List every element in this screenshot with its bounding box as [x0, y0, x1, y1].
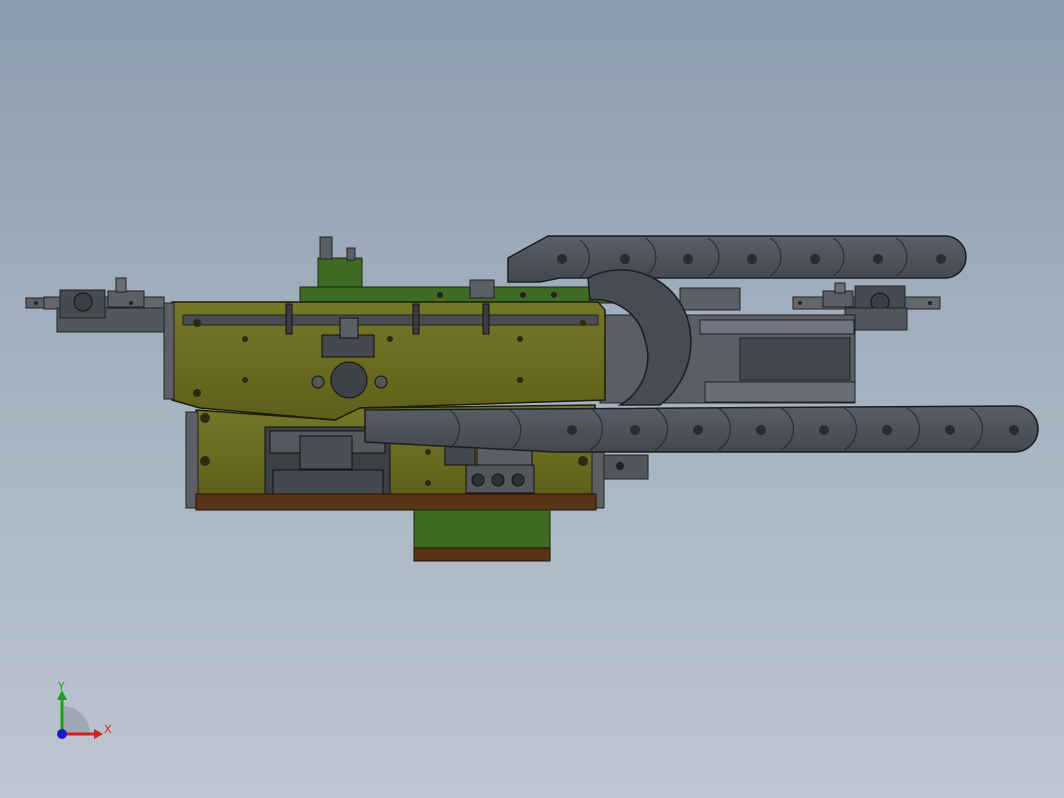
main-mounting-plate[interactable]: [163, 301, 606, 421]
z-axis-dot: [57, 729, 67, 739]
y-axis-label: Y: [57, 680, 65, 693]
cad-viewport[interactable]: Y X: [0, 0, 1064, 798]
bottom-green-block[interactable]: [413, 509, 551, 562]
left-sensor-bracket[interactable]: [25, 277, 166, 333]
base-plate[interactable]: [195, 493, 597, 511]
coordinate-triad: Y X: [57, 680, 112, 739]
x-axis-label: X: [104, 723, 112, 736]
model-view[interactable]: Y X: [0, 0, 1064, 798]
